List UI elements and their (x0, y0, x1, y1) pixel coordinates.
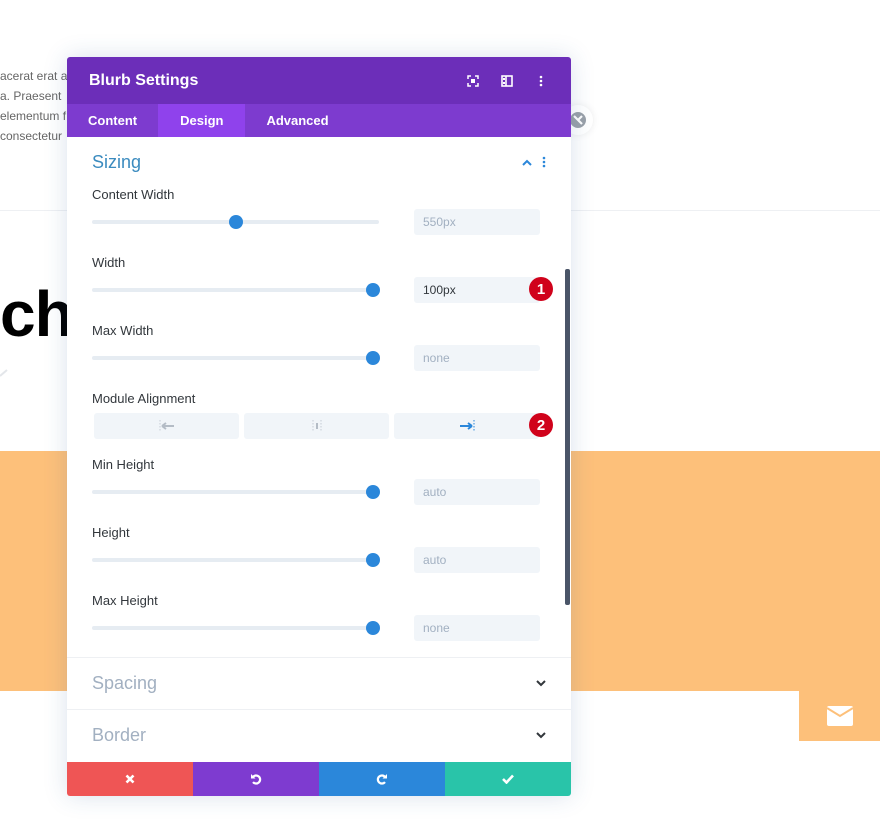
min-height-slider[interactable] (92, 485, 381, 499)
slider-thumb[interactable] (366, 283, 381, 297)
max-width-input[interactable] (414, 345, 540, 371)
module-alignment-field: Module Alignment 2 (67, 391, 571, 457)
field-label: Module Alignment (92, 391, 196, 406)
content-width-field: Content Width (67, 187, 571, 255)
background-arrow-icon (0, 369, 8, 377)
undo-icon (251, 774, 262, 785)
slider-thumb[interactable] (366, 351, 381, 365)
height-slider[interactable] (92, 553, 381, 567)
align-center-icon (312, 420, 321, 432)
blurb-settings-modal: Blurb Settings Content Design Advanced S… (67, 57, 571, 796)
check-icon (502, 774, 514, 784)
sizing-section-title: Sizing (92, 151, 142, 172)
slider-thumb[interactable] (228, 215, 243, 229)
align-left-icon (159, 420, 174, 432)
content-width-input[interactable] (414, 209, 540, 235)
width-field: Width 1 (67, 255, 571, 323)
close-icon (125, 774, 135, 784)
mail-icon (825, 705, 854, 726)
tab-bar: Content Design Advanced (67, 104, 571, 137)
align-center-button[interactable] (244, 413, 389, 439)
scrollbar[interactable] (565, 269, 570, 605)
background-paragraph: acerat erat a a. Praesent elementum f co… (0, 66, 67, 146)
height-field: Height (67, 525, 571, 593)
undo-button[interactable] (193, 762, 319, 796)
border-section-title: Border (92, 725, 147, 745)
step-badge-2: 2 (529, 413, 553, 437)
border-section-header[interactable]: Border (67, 709, 571, 761)
align-right-button[interactable] (394, 413, 539, 439)
field-label: Max Width (92, 323, 154, 338)
page: acerat erat a a. Praesent elementum f co… (0, 0, 880, 833)
background-heading: ch (0, 278, 74, 350)
modal-body: Sizing Content Width Width (67, 137, 571, 762)
min-height-field: Min Height (67, 457, 571, 525)
height-input[interactable] (414, 547, 540, 573)
slider-thumb[interactable] (366, 621, 381, 635)
max-height-input[interactable] (414, 615, 540, 641)
width-slider[interactable] (92, 283, 381, 297)
field-label: Max Height (92, 593, 158, 608)
modal-header[interactable]: Blurb Settings (67, 57, 571, 104)
more-options-icon[interactable] (533, 73, 549, 89)
redo-button[interactable] (319, 762, 445, 796)
chevron-up-icon[interactable] (522, 159, 532, 166)
min-height-input[interactable] (414, 479, 540, 505)
max-width-slider[interactable] (92, 351, 381, 365)
save-button[interactable] (445, 762, 571, 796)
field-label: Min Height (92, 457, 155, 472)
tab-content[interactable]: Content (67, 104, 158, 137)
mail-tab[interactable] (799, 690, 880, 741)
modal-footer (67, 762, 571, 796)
background-text-line: consectetur (0, 129, 63, 143)
split-view-icon[interactable] (499, 73, 515, 89)
modal-title: Blurb Settings (89, 71, 199, 89)
field-label: Height (92, 525, 130, 540)
sizing-section-header[interactable]: Sizing (67, 137, 571, 187)
field-label: Width (92, 255, 126, 270)
tab-design[interactable]: Design (158, 104, 246, 137)
max-height-field: Max Height (67, 593, 571, 657)
max-width-field: Max Width (67, 323, 571, 391)
align-left-button[interactable] (94, 413, 239, 439)
spacing-section-header[interactable]: Spacing (67, 657, 571, 709)
background-text-line: elementum f (0, 109, 67, 123)
background-text-line: acerat erat a (0, 69, 68, 83)
width-input[interactable] (414, 277, 540, 303)
max-height-slider[interactable] (92, 621, 381, 635)
redo-icon (376, 774, 387, 785)
help-icon (570, 112, 586, 128)
background-text-line: a. Praesent (0, 89, 62, 103)
tab-advanced[interactable]: Advanced (245, 104, 349, 137)
slider-thumb[interactable] (366, 553, 381, 567)
discard-button[interactable] (67, 762, 193, 796)
section-options-icon[interactable] (542, 156, 546, 168)
slider-thumb[interactable] (366, 485, 381, 499)
chevron-down-icon[interactable] (536, 732, 546, 739)
fullscreen-icon[interactable] (465, 73, 481, 89)
content-width-slider[interactable] (92, 215, 379, 229)
chevron-down-icon[interactable] (536, 680, 546, 687)
field-label: Content Width (92, 187, 175, 202)
spacing-section-title: Spacing (92, 673, 158, 693)
step-badge-1: 1 (529, 277, 553, 301)
align-right-icon (459, 420, 474, 432)
